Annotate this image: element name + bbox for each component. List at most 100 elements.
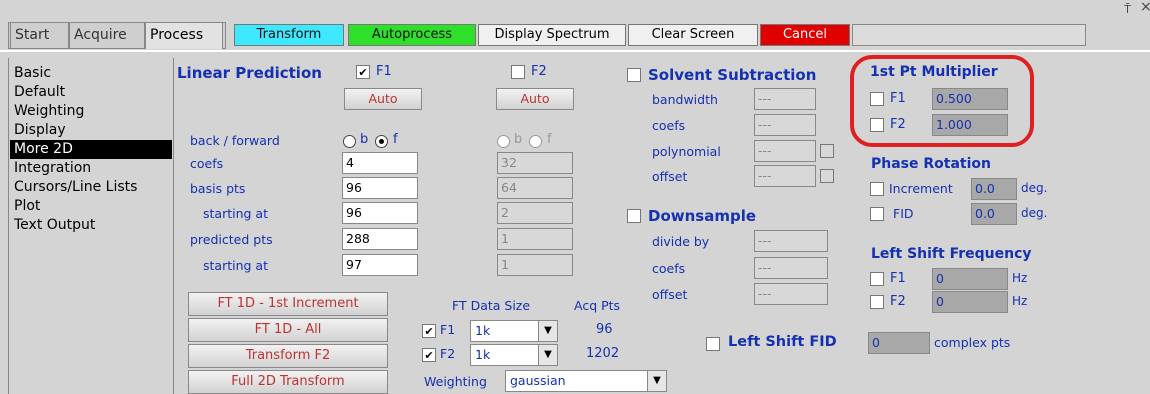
lp-f1-auto-button[interactable]: Auto bbox=[344, 88, 422, 110]
bandwidth-label: bandwidth bbox=[652, 92, 718, 107]
lp-f1-basis-input[interactable]: 96 bbox=[342, 177, 418, 199]
panel-divider bbox=[0, 50, 1150, 52]
first-pt-f2-checkbox[interactable] bbox=[870, 118, 884, 132]
lp-f2-auto-button[interactable]: Auto bbox=[496, 88, 574, 110]
offset-checkbox[interactable] bbox=[820, 169, 834, 183]
left-shift-fid-checkbox[interactable] bbox=[706, 337, 720, 351]
back-forward-label: back / forward bbox=[190, 133, 280, 148]
increment-input[interactable]: 0.0 bbox=[971, 178, 1017, 200]
lp-f1-label: F1 bbox=[376, 64, 392, 79]
left-shift-frequency-title: Left Shift Frequency bbox=[871, 246, 1032, 262]
lp-f1-coefs-input[interactable]: 4 bbox=[342, 152, 418, 174]
ft-f2-checkbox[interactable]: ✔ bbox=[422, 348, 436, 362]
autoprocess-button[interactable]: Autoprocess bbox=[348, 24, 476, 46]
lp-f2-checkbox[interactable] bbox=[511, 65, 525, 79]
ft-data-size-label: FT Data Size bbox=[452, 298, 531, 313]
downsample-offset-input[interactable]: --- bbox=[754, 283, 828, 305]
basis-pts-label: basis pts bbox=[190, 181, 246, 196]
lsf-f2-input[interactable]: 0 bbox=[932, 291, 1008, 313]
weighting-value: gaussian bbox=[510, 373, 566, 388]
ft-f2-acq-value: 1202 bbox=[586, 346, 620, 361]
sidebar-item-default[interactable]: Default bbox=[10, 83, 172, 102]
ft-1d-1st-increment-button[interactable]: FT 1D - 1st Increment bbox=[188, 292, 388, 316]
lp-f1-checkbox[interactable]: ✔ bbox=[356, 65, 370, 79]
downsample-offset-label: offset bbox=[652, 287, 688, 302]
ft-f1-acq-value: 96 bbox=[596, 322, 613, 337]
sidebar-item-integration[interactable]: Integration bbox=[10, 159, 172, 178]
lp-f2-start2-input[interactable]: 1 bbox=[497, 254, 573, 276]
lsf-f1-checkbox[interactable] bbox=[870, 272, 884, 286]
solvent-coefs-input[interactable]: --- bbox=[754, 114, 816, 136]
bandwidth-input[interactable]: --- bbox=[754, 88, 816, 110]
lsf-f1-input[interactable]: 0 bbox=[932, 268, 1008, 290]
ft-f1-size-value: 1k bbox=[475, 323, 491, 338]
fid-unit: deg. bbox=[1021, 206, 1048, 220]
polynomial-checkbox[interactable] bbox=[820, 144, 834, 158]
ft-f2-size-select[interactable]: 1k ▼ bbox=[470, 344, 558, 366]
first-pt-f1-input[interactable]: 0.500 bbox=[932, 88, 1008, 110]
cancel-button[interactable]: Cancel bbox=[760, 24, 850, 46]
pin-icon[interactable]: ⍑ bbox=[1124, 2, 1131, 17]
lp-f1-start2-input[interactable]: 97 bbox=[342, 254, 418, 276]
transform-button[interactable]: Transform bbox=[234, 24, 344, 46]
fid-checkbox[interactable] bbox=[870, 207, 884, 221]
tab-acquire[interactable]: Acquire bbox=[69, 22, 145, 48]
ft-f1-checkbox[interactable]: ✔ bbox=[422, 324, 436, 338]
lp-f2-coefs-input[interactable]: 32 bbox=[497, 152, 573, 174]
lp-f2-start-input[interactable]: 2 bbox=[497, 202, 573, 224]
f2-radio-b-label: b bbox=[514, 132, 523, 147]
sidebar-item-cursors[interactable]: Cursors/Line Lists bbox=[10, 178, 172, 197]
sidebar-item-more-2d[interactable]: More 2D bbox=[10, 140, 172, 159]
tab-start[interactable]: Start bbox=[10, 22, 69, 48]
polynomial-input[interactable]: --- bbox=[754, 140, 816, 162]
lp-f1-start-input[interactable]: 96 bbox=[342, 202, 418, 224]
increment-checkbox[interactable] bbox=[870, 182, 884, 196]
f2-radio-f[interactable] bbox=[529, 135, 542, 148]
weighting-select[interactable]: gaussian ▼ bbox=[505, 370, 667, 392]
first-pt-f1-checkbox[interactable] bbox=[870, 92, 884, 106]
lsf-f2-checkbox[interactable] bbox=[870, 295, 884, 309]
starting-at-label: starting at bbox=[203, 206, 268, 221]
first-pt-f2-input[interactable]: 1.000 bbox=[932, 114, 1008, 136]
lp-f2-predicted-input[interactable]: 1 bbox=[497, 228, 573, 250]
lp-f2-basis-input[interactable]: 64 bbox=[497, 177, 573, 199]
divide-by-input[interactable]: --- bbox=[754, 230, 828, 252]
starting-at-label-2: starting at bbox=[203, 258, 268, 273]
downsample-coefs-input[interactable]: --- bbox=[754, 257, 828, 279]
f1-radio-f[interactable] bbox=[375, 135, 388, 148]
lsf-f2-unit: Hz bbox=[1012, 294, 1028, 308]
solvent-subtraction-title: Solvent Subtraction bbox=[648, 66, 817, 84]
fid-label: FID bbox=[893, 206, 914, 221]
chevron-down-icon: ▼ bbox=[647, 371, 666, 391]
solvent-offset-input[interactable]: --- bbox=[754, 165, 816, 187]
fid-input[interactable]: 0.0 bbox=[971, 203, 1017, 225]
predicted-pts-label: predicted pts bbox=[190, 232, 273, 247]
close-icon[interactable]: × bbox=[1140, 0, 1150, 15]
sidebar-item-basic[interactable]: Basic bbox=[10, 64, 172, 83]
sidebar-item-plot[interactable]: Plot bbox=[10, 197, 172, 216]
increment-unit: deg. bbox=[1021, 181, 1048, 195]
downsample-coefs-label: coefs bbox=[652, 261, 686, 276]
ft-1d-all-button[interactable]: FT 1D - All bbox=[188, 318, 388, 342]
lp-f1-predicted-input[interactable]: 288 bbox=[342, 228, 418, 250]
left-shift-fid-input[interactable]: 0 bbox=[868, 332, 930, 354]
display-spectrum-button[interactable]: Display Spectrum bbox=[478, 24, 626, 46]
clear-screen-button[interactable]: Clear Screen bbox=[628, 24, 758, 46]
downsample-checkbox[interactable] bbox=[627, 209, 641, 223]
increment-label: Increment bbox=[889, 181, 953, 196]
solvent-subtraction-checkbox[interactable] bbox=[627, 68, 641, 82]
lsf-f1-unit: Hz bbox=[1012, 271, 1028, 285]
sidebar-item-text-output[interactable]: Text Output bbox=[10, 216, 172, 235]
sidebar-item-weighting[interactable]: Weighting bbox=[10, 102, 172, 121]
solvent-coefs-label: coefs bbox=[652, 118, 686, 133]
acq-pts-label: Acq Pts bbox=[574, 298, 621, 313]
f1-radio-b[interactable] bbox=[343, 135, 356, 148]
ft-f1-size-select[interactable]: 1k ▼ bbox=[470, 320, 558, 342]
full-2d-transform-button[interactable]: Full 2D Transform bbox=[188, 370, 388, 394]
transform-f2-button[interactable]: Transform F2 bbox=[188, 344, 388, 368]
tab-process[interactable]: Process bbox=[145, 22, 223, 49]
ft-f1-label: F1 bbox=[440, 322, 456, 337]
sidebar-item-display[interactable]: Display bbox=[10, 121, 172, 140]
f1-radio-b-label: b bbox=[360, 132, 369, 147]
f2-radio-b[interactable] bbox=[497, 135, 510, 148]
